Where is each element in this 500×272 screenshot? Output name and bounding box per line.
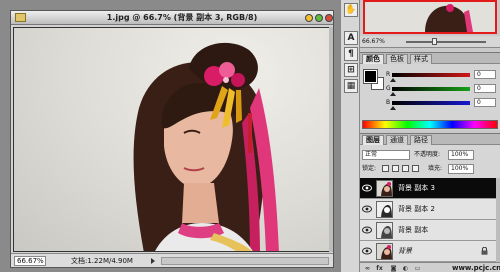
status-menu-arrow-icon[interactable] bbox=[151, 258, 155, 264]
channel-b-value[interactable]: 0 bbox=[474, 98, 496, 107]
tab-color[interactable]: 颜色 bbox=[362, 54, 384, 64]
channel-b-knob[interactable] bbox=[390, 106, 396, 110]
layers-panel: 图层 通道 路径 正常 不透明度: 100% 锁定: 填充: 100% 背景 副… bbox=[360, 133, 500, 272]
lock-position-checkbox[interactable] bbox=[402, 165, 409, 172]
navigator-zoom[interactable]: 66.67% bbox=[362, 37, 385, 47]
channel-r-knob[interactable] bbox=[390, 78, 396, 82]
channel-r-slider[interactable] bbox=[392, 73, 470, 77]
panel-tool-strip: ✋ A ¶ ⊞ ▦ bbox=[340, 0, 360, 272]
channel-g-value[interactable]: 0 bbox=[474, 84, 496, 93]
navigator-slider-knob[interactable] bbox=[432, 38, 437, 45]
grid-panel-icon[interactable]: ⊞ bbox=[344, 63, 358, 77]
layers-panel-tabs: 图层 通道 路径 bbox=[360, 134, 500, 145]
eye-icon[interactable] bbox=[362, 205, 372, 213]
new-group-folder-icon[interactable]: ▭ bbox=[414, 265, 421, 272]
blend-mode-select[interactable]: 正常 bbox=[362, 150, 410, 160]
eye-icon[interactable] bbox=[362, 184, 372, 192]
fill-field[interactable]: 100% bbox=[448, 164, 474, 174]
layer-row[interactable]: 背景 副本 bbox=[360, 220, 496, 241]
document-icon bbox=[15, 13, 26, 22]
adjustment-layer-icon[interactable]: ◐ bbox=[402, 265, 409, 272]
lock-pixels-checkbox[interactable] bbox=[392, 165, 399, 172]
vertical-scrollbar[interactable] bbox=[329, 27, 333, 252]
layer-thumbnail bbox=[376, 222, 393, 239]
panels-dock: 66.67% 颜色 色板 样式 R 0 G 0 B 0 图层 通道 路径 正常 bbox=[360, 0, 500, 272]
channel-r-value[interactable]: 0 bbox=[474, 70, 496, 79]
image-canvas[interactable] bbox=[13, 27, 331, 252]
tab-styles[interactable]: 样式 bbox=[410, 54, 432, 64]
layers-footer: ∞ fx ◙ ◐ ▭ www.pcjc.cn bbox=[360, 262, 500, 272]
layer-row[interactable]: 背景 bbox=[360, 241, 496, 262]
lock-label: 锁定: bbox=[362, 165, 377, 172]
document-size: 文档:1.22M/4.90M bbox=[71, 257, 133, 265]
layer-thumbnail bbox=[376, 180, 393, 197]
color-spectrum-bar[interactable] bbox=[362, 120, 498, 129]
add-mask-icon[interactable]: ◙ bbox=[390, 265, 397, 272]
layer-thumbnail bbox=[376, 243, 393, 260]
lock-all-checkbox[interactable] bbox=[412, 165, 419, 172]
color-panel: 颜色 色板 样式 R 0 G 0 B 0 bbox=[360, 52, 500, 130]
channel-g-slider[interactable] bbox=[392, 87, 470, 91]
layers-scrollbar[interactable] bbox=[496, 178, 500, 262]
navigator-preview-image bbox=[365, 2, 495, 32]
layer-name[interactable]: 背景 副本 bbox=[398, 225, 428, 235]
fx-icon[interactable]: fx bbox=[376, 265, 383, 272]
eye-icon[interactable] bbox=[362, 247, 372, 255]
navigator-zoom-slider[interactable] bbox=[406, 41, 486, 43]
layer-row[interactable]: 背景 副本 2 bbox=[360, 199, 496, 220]
navigator-bar: 66.67% bbox=[360, 36, 500, 48]
foreground-color-swatch[interactable] bbox=[363, 69, 378, 84]
document-titlebar[interactable]: 1.jpg @ 66.7% (背景 副本 3, RGB/8) bbox=[11, 11, 333, 25]
lock-icon bbox=[481, 247, 488, 255]
minimize-button[interactable] bbox=[305, 14, 313, 22]
fill-label: 填充: bbox=[428, 165, 443, 172]
tab-paths[interactable]: 路径 bbox=[410, 135, 432, 145]
watermark-text: www.pcjc.cn bbox=[452, 264, 500, 272]
close-button[interactable] bbox=[325, 14, 333, 22]
link-layers-icon[interactable]: ∞ bbox=[364, 265, 371, 272]
channel-b-slider[interactable] bbox=[392, 101, 470, 105]
maximize-button[interactable] bbox=[315, 14, 323, 22]
paragraph-panel-icon[interactable]: ¶ bbox=[344, 47, 358, 61]
photo-image bbox=[133, 42, 279, 251]
tab-channels[interactable]: 通道 bbox=[386, 135, 408, 145]
layer-name[interactable]: 背景 副本 2 bbox=[398, 204, 435, 214]
layer-thumbnail bbox=[376, 201, 393, 218]
layer-row-selected[interactable]: 背景 副本 3 bbox=[360, 178, 496, 199]
layer-name[interactable]: 背景 副本 3 bbox=[398, 183, 435, 193]
status-bar: 66.67% 文档:1.22M/4.90M bbox=[11, 253, 333, 267]
layer-name[interactable]: 背景 bbox=[398, 246, 412, 256]
color-panel-tabs: 颜色 色板 样式 bbox=[360, 53, 500, 64]
table-panel-icon[interactable]: ▦ bbox=[344, 79, 358, 93]
horizontal-scrollbar[interactable] bbox=[161, 257, 329, 265]
channel-g-knob[interactable] bbox=[390, 92, 396, 96]
lock-transparency-checkbox[interactable] bbox=[382, 165, 389, 172]
eye-icon[interactable] bbox=[362, 226, 372, 234]
document-window: 1.jpg @ 66.7% (背景 副本 3, RGB/8) 66.67% 文档… bbox=[10, 10, 334, 268]
document-title: 1.jpg @ 66.7% (背景 副本 3, RGB/8) bbox=[106, 13, 258, 22]
opacity-field[interactable]: 100% bbox=[448, 150, 474, 160]
hand-tool-icon[interactable]: ✋ bbox=[344, 3, 358, 17]
tab-swatches[interactable]: 色板 bbox=[386, 54, 408, 64]
zoom-field[interactable]: 66.67% bbox=[14, 256, 46, 266]
navigator-thumbnail[interactable] bbox=[363, 0, 497, 34]
tab-layers[interactable]: 图层 bbox=[362, 135, 384, 145]
opacity-label: 不透明度: bbox=[414, 151, 441, 158]
character-panel-icon[interactable]: A bbox=[344, 31, 358, 45]
